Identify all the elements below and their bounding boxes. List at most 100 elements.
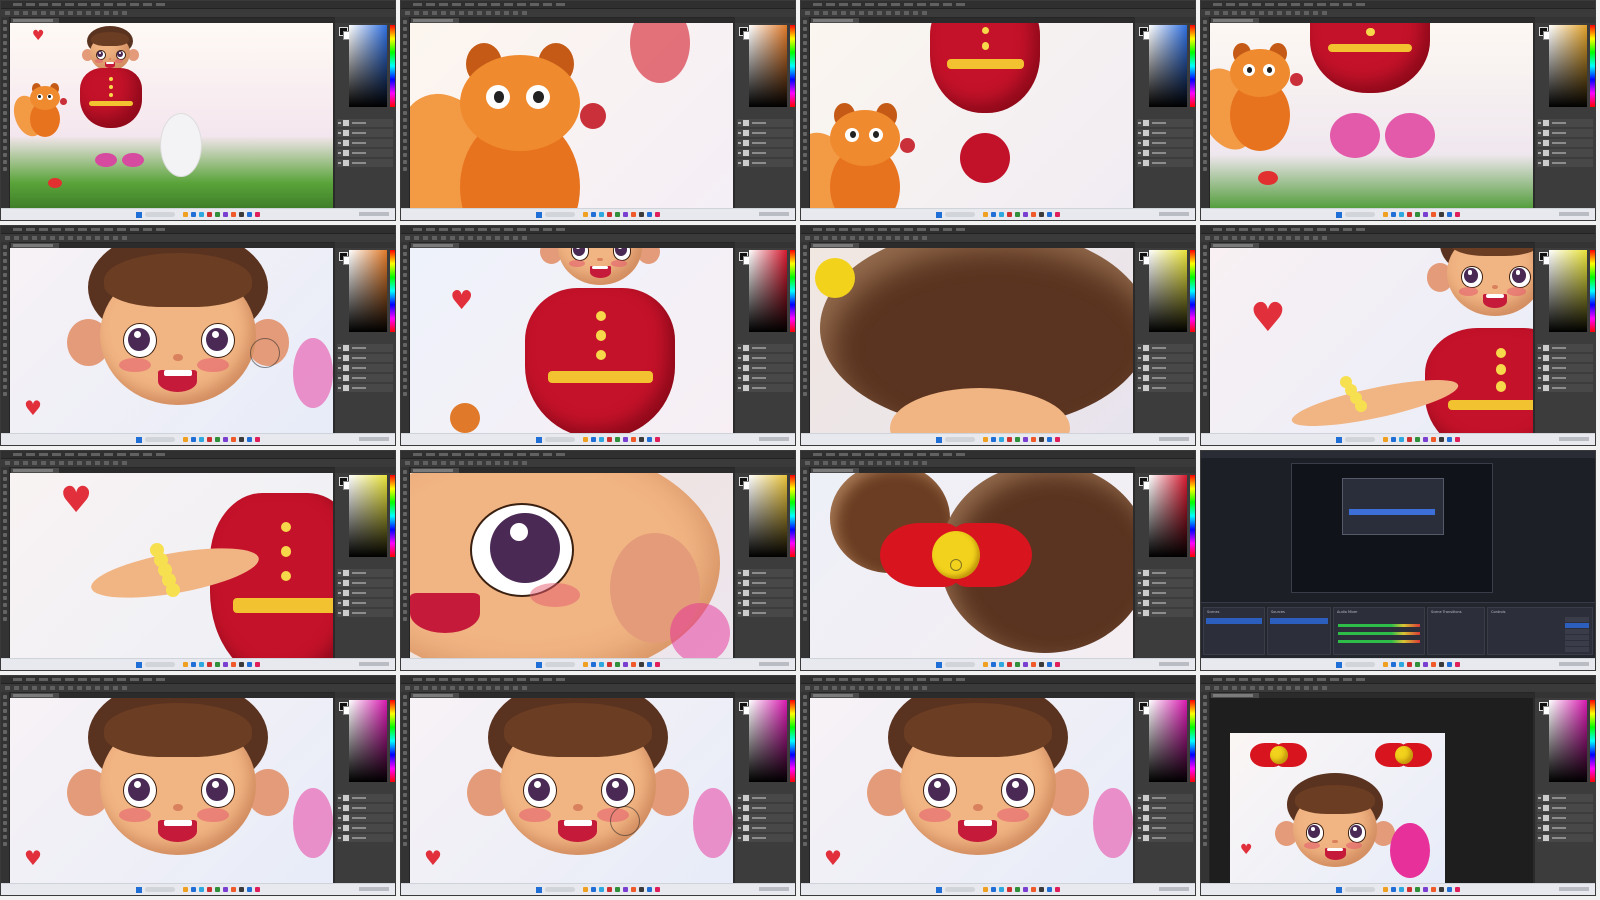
tool-icon[interactable] xyxy=(803,146,807,150)
option-icon[interactable] xyxy=(495,686,500,690)
option-icon[interactable] xyxy=(459,461,464,465)
tool-icon[interactable] xyxy=(3,828,7,832)
option-icon[interactable] xyxy=(23,461,28,465)
tool-icon[interactable] xyxy=(803,554,807,558)
visibility-eye-icon[interactable] xyxy=(738,592,741,594)
menu-item[interactable] xyxy=(478,678,487,681)
taskbar-app-icon[interactable] xyxy=(1399,437,1404,442)
layer-row[interactable] xyxy=(1537,129,1593,137)
option-icon[interactable] xyxy=(1232,236,1237,240)
option-icon[interactable] xyxy=(95,236,100,240)
option-icon[interactable] xyxy=(504,11,509,15)
option-icon[interactable] xyxy=(522,686,527,690)
option-icon[interactable] xyxy=(814,686,819,690)
option-icon[interactable] xyxy=(1214,686,1219,690)
tool-icon[interactable] xyxy=(803,561,807,565)
taskbar-app-icon[interactable] xyxy=(1399,662,1404,667)
tool-icon[interactable] xyxy=(3,744,7,748)
menu-item[interactable] xyxy=(839,3,848,6)
obs-selected-item[interactable] xyxy=(1270,618,1328,624)
tool-icon[interactable] xyxy=(3,139,7,143)
option-icon[interactable] xyxy=(59,236,64,240)
option-icon[interactable] xyxy=(522,11,527,15)
panel-tabs[interactable] xyxy=(335,17,395,23)
tool-icon[interactable] xyxy=(403,568,407,572)
tool-icon[interactable] xyxy=(3,48,7,52)
tool-icon[interactable] xyxy=(1203,83,1207,87)
option-icon[interactable] xyxy=(850,11,855,15)
tool-icon[interactable] xyxy=(403,336,407,340)
option-icon[interactable] xyxy=(913,686,918,690)
color-picker-field[interactable] xyxy=(1549,250,1587,332)
visibility-eye-icon[interactable] xyxy=(738,142,741,144)
menu-item[interactable] xyxy=(156,678,165,681)
tool-icon[interactable] xyxy=(403,610,407,614)
option-icon[interactable] xyxy=(113,11,118,15)
taskbar-app-icon[interactable] xyxy=(991,887,996,892)
menu-item[interactable] xyxy=(143,228,152,231)
visibility-eye-icon[interactable] xyxy=(738,377,741,379)
layer-row[interactable] xyxy=(737,824,793,832)
menu-item[interactable] xyxy=(917,453,926,456)
option-icon[interactable] xyxy=(468,461,473,465)
color-picker-field[interactable] xyxy=(1149,475,1187,557)
taskbar-app-icon[interactable] xyxy=(631,662,636,667)
tool-icon[interactable] xyxy=(403,814,407,818)
option-icon[interactable] xyxy=(450,461,455,465)
option-icon[interactable] xyxy=(877,686,882,690)
layer-row[interactable] xyxy=(1137,569,1193,577)
layer-row[interactable] xyxy=(337,589,393,597)
tool-icon[interactable] xyxy=(3,582,7,586)
windows-start-icon[interactable] xyxy=(1336,437,1342,443)
option-icon[interactable] xyxy=(1322,686,1327,690)
tool-icon[interactable] xyxy=(3,160,7,164)
tool-icon[interactable] xyxy=(403,62,407,66)
taskbar-app-icon[interactable] xyxy=(1423,437,1428,442)
taskbar-app-icon[interactable] xyxy=(191,437,196,442)
menu-item[interactable] xyxy=(852,453,861,456)
windows-start-icon[interactable] xyxy=(136,437,142,443)
layer-row[interactable] xyxy=(1537,374,1593,382)
taskbar-app-icon[interactable] xyxy=(1023,437,1028,442)
menu-item[interactable] xyxy=(1226,3,1235,6)
menu-item[interactable] xyxy=(52,453,61,456)
taskbar-app-icon[interactable] xyxy=(247,212,252,217)
tool-icon[interactable] xyxy=(403,153,407,157)
menu-item[interactable] xyxy=(917,228,926,231)
tool-icon[interactable] xyxy=(803,758,807,762)
option-icon[interactable] xyxy=(5,461,10,465)
option-icon[interactable] xyxy=(823,686,828,690)
tool-icon[interactable] xyxy=(803,730,807,734)
option-icon[interactable] xyxy=(68,686,73,690)
tool-icon[interactable] xyxy=(403,477,407,481)
panel-tabs[interactable] xyxy=(735,692,795,698)
tool-icon[interactable] xyxy=(803,139,807,143)
taskbar-app-icon[interactable] xyxy=(1439,887,1444,892)
menu-item[interactable] xyxy=(26,453,35,456)
taskbar-app-icon[interactable] xyxy=(247,437,252,442)
tool-icon[interactable] xyxy=(1203,167,1207,171)
menu-item[interactable] xyxy=(39,678,48,681)
taskbar-app-icon[interactable] xyxy=(615,662,620,667)
option-icon[interactable] xyxy=(1241,236,1246,240)
artwork[interactable] xyxy=(1210,23,1533,209)
layer-row[interactable] xyxy=(337,344,393,352)
visibility-eye-icon[interactable] xyxy=(338,347,341,349)
taskbar-app-icon[interactable] xyxy=(583,212,588,217)
taskbar-search-box[interactable] xyxy=(945,887,975,892)
option-icon[interactable] xyxy=(450,11,455,15)
option-icon[interactable] xyxy=(832,236,837,240)
layer-row[interactable] xyxy=(1137,159,1193,167)
tool-icon[interactable] xyxy=(1203,69,1207,73)
visibility-eye-icon[interactable] xyxy=(338,367,341,369)
tool-icon[interactable] xyxy=(403,48,407,52)
taskbar-app-icon[interactable] xyxy=(1047,887,1052,892)
taskbar-app-icon[interactable] xyxy=(1007,662,1012,667)
panel-tabs[interactable] xyxy=(735,242,795,248)
tool-icon[interactable] xyxy=(1203,378,1207,382)
option-icon[interactable] xyxy=(868,11,873,15)
tool-icon[interactable] xyxy=(1203,786,1207,790)
visibility-eye-icon[interactable] xyxy=(1138,122,1141,124)
menu-item[interactable] xyxy=(52,678,61,681)
menu-item[interactable] xyxy=(465,453,474,456)
